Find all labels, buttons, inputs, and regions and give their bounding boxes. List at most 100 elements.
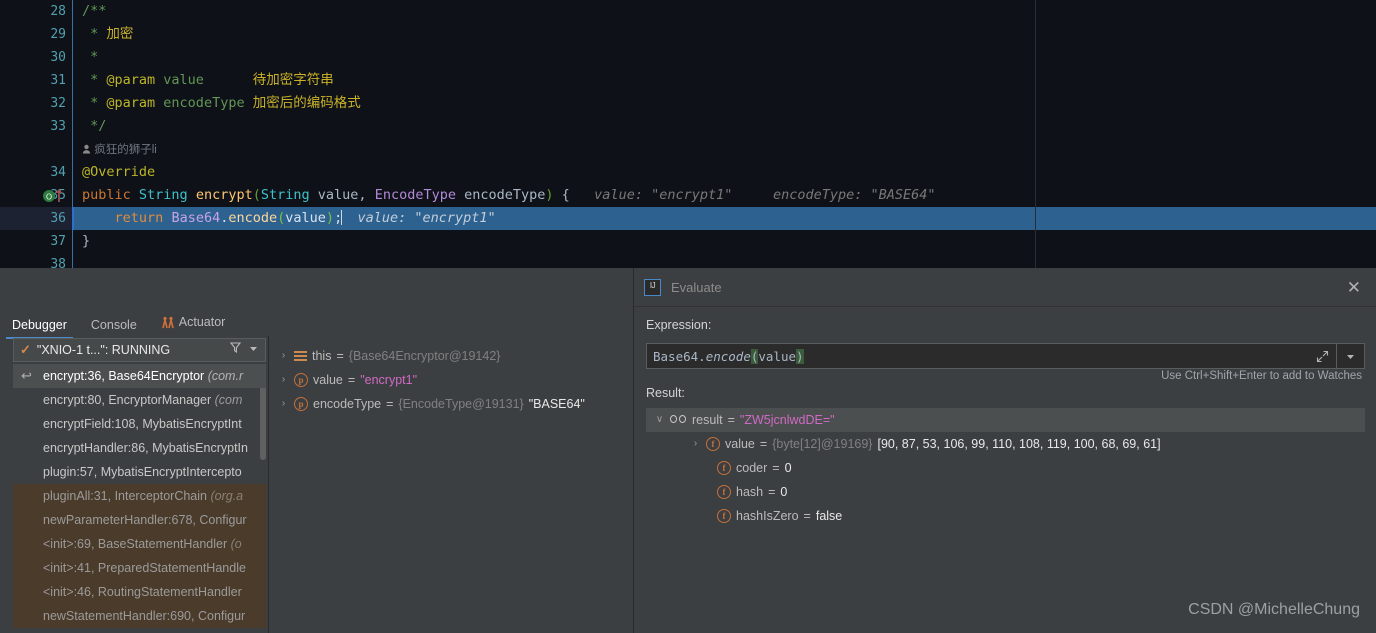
frame-list-item[interactable]: pluginAll:31, InterceptorChain (org.a xyxy=(13,484,266,508)
frame-list-item[interactable]: plugin:57, MybatisEncryptIntercepto xyxy=(13,460,266,484)
funnel-icon[interactable] xyxy=(229,341,242,359)
equals-sign: = xyxy=(768,485,776,499)
chevron-right-icon[interactable]: › xyxy=(278,344,289,368)
code-line[interactable]: 疯狂的狮子li xyxy=(0,138,1376,161)
editor-gutter[interactable]: 38 xyxy=(0,253,72,268)
variable-value: [90, 87, 53, 106, 99, 110, 108, 119, 100… xyxy=(877,437,1161,451)
editor-gutter[interactable]: 29 xyxy=(0,23,72,46)
code-token: } xyxy=(82,233,91,249)
expand-icon[interactable] xyxy=(1308,344,1336,368)
override-marker-icon[interactable]: O xyxy=(42,188,68,203)
equals-sign: = xyxy=(386,397,394,411)
thread-selector[interactable]: ✓ "XNIO-1 t...": RUNNING xyxy=(13,338,266,362)
code-line[interactable]: 29 * 加密 xyxy=(0,23,1376,46)
result-tree[interactable]: ∨ result = "ZW5jcnlwdDE=" › f value = {byte[12]@… xyxy=(646,408,1365,620)
variable-row[interactable]: › p value = "encrypt1" xyxy=(270,368,633,392)
result-row[interactable]: ∨ result = "ZW5jcnlwdDE=" xyxy=(646,408,1365,432)
chevron-right-icon[interactable]: › xyxy=(690,432,701,456)
code-text: * xyxy=(82,46,98,69)
code-line[interactable]: 36 return Base64.encode(value); value: "… xyxy=(0,207,1376,230)
code-line[interactable]: 32 * @param encodeType 加密后的编码格式 xyxy=(0,92,1376,115)
frame-list-item[interactable]: encryptHandler:86, MybatisEncryptIn xyxy=(13,436,266,460)
frame-class: RoutingStatementHandler xyxy=(97,585,242,599)
expression-input[interactable]: Base64. encode(value) xyxy=(647,344,1308,368)
variable-name: this xyxy=(312,349,332,363)
expression-field[interactable]: Base64. encode(value) xyxy=(646,343,1365,369)
variable-row[interactable]: › this = {Base64Encryptor@19142} xyxy=(270,344,633,368)
chevron-down-icon[interactable] xyxy=(248,341,259,359)
code-line[interactable]: 38 xyxy=(0,253,1376,268)
code-token: 加密 xyxy=(106,26,134,42)
editor-gutter[interactable]: 30 xyxy=(0,46,72,69)
frame-method: <init>:69, xyxy=(43,537,98,551)
editor-gutter[interactable]: 35O xyxy=(0,184,72,207)
frame-list-item[interactable]: <init>:69, BaseStatementHandler (o xyxy=(13,532,266,556)
code-line[interactable]: 35Opublic String encrypt(String value, E… xyxy=(0,184,1376,207)
frame-list-item[interactable]: newParameterHandler:678, Configur xyxy=(13,508,266,532)
expression-argument: value xyxy=(758,348,797,364)
chevron-right-icon[interactable]: › xyxy=(278,368,289,392)
code-token: * xyxy=(82,26,107,42)
frame-class: MybatisEncryptIntercepto xyxy=(100,465,242,479)
frame-list-item[interactable]: newStatementHandler:690, Configur xyxy=(13,604,266,628)
variable-row[interactable]: › p encodeType = {EncodeType@19131} "BASE64" xyxy=(270,392,633,416)
lower-tool-window: Debugger Console Actuator ✓ "XNIO-1 t...":… xyxy=(0,268,1376,633)
variable-value: "BASE64" xyxy=(528,397,585,411)
variable-reference: {Base64Encryptor@19142} xyxy=(348,349,501,363)
frame-class: PreparedStatementHandle xyxy=(97,561,246,575)
frame-list-item[interactable]: ↩ encrypt:36, Base64Encryptor (com.r xyxy=(13,364,266,388)
tab-label: Actuator xyxy=(178,315,226,329)
field-icon: f xyxy=(717,509,731,523)
editor-gutter[interactable]: 36 xyxy=(0,207,72,230)
code-token: value xyxy=(155,72,253,88)
expression-open-paren: ( xyxy=(750,348,759,364)
frame-list-item[interactable]: <init>:46, RoutingStatementHandler xyxy=(13,580,266,604)
frames-list[interactable]: ↩ encrypt:36, Base64Encryptor (com.r encry… xyxy=(13,364,266,633)
editor-lines: 28/** 29 * 加密 30 * 31 * @param value 待加密字符串… xyxy=(0,0,1376,268)
code-line[interactable]: 37} xyxy=(0,230,1376,253)
result-row[interactable]: f coder = 0 xyxy=(646,456,1365,480)
editor-gutter[interactable]: 31 xyxy=(0,69,72,92)
chevron-right-icon[interactable]: › xyxy=(278,392,289,416)
frame-package: (o xyxy=(230,537,242,551)
frame-method: <init>:46, xyxy=(43,585,98,599)
code-line[interactable]: 30 * xyxy=(0,46,1376,69)
editor-gutter[interactable]: 28 xyxy=(0,0,72,23)
result-row[interactable]: › f value = {byte[12]@19169} [90, 87, 53, 106… xyxy=(646,432,1365,456)
editor-gutter[interactable] xyxy=(0,138,72,161)
tab-console[interactable]: Console xyxy=(79,311,149,339)
result-row[interactable]: f hash = 0 xyxy=(646,480,1365,504)
code-text: * 加密 xyxy=(82,23,133,46)
frame-list-item[interactable]: <init>:41, PreparedStatementHandle xyxy=(13,556,266,580)
frame-list-item[interactable]: encryptField:108, MybatisEncryptInt xyxy=(13,412,266,436)
close-icon[interactable]: ✕ xyxy=(1341,277,1367,298)
indent-guide xyxy=(72,46,73,69)
tab-debugger[interactable]: Debugger xyxy=(0,311,79,339)
editor-gutter[interactable]: 32 xyxy=(0,92,72,115)
code-line[interactable]: 33 */ xyxy=(0,115,1376,138)
expression-history-dropdown[interactable] xyxy=(1336,344,1364,368)
line-number: 38 xyxy=(50,257,66,268)
variables-tree[interactable]: › this = {Base64Encryptor@19142} › p value = "en… xyxy=(270,340,633,633)
code-line[interactable]: 34 @Override xyxy=(0,161,1376,184)
field-icon: f xyxy=(717,461,731,475)
result-row[interactable]: f hashIsZero = false xyxy=(646,504,1365,528)
frame-list-item[interactable]: encrypt:80, EncryptorManager (com xyxy=(13,388,266,412)
code-line[interactable]: 31 * @param value 待加密字符串 xyxy=(0,69,1376,92)
indent-guide xyxy=(72,184,73,207)
panel-splitter[interactable] xyxy=(268,336,269,633)
code-editor[interactable]: 28/** 29 * 加密 30 * 31 * @param value 待加密字符串… xyxy=(0,0,1376,268)
editor-gutter[interactable]: 34 xyxy=(0,161,72,184)
code-token: value xyxy=(285,210,326,226)
code-line[interactable]: 28 /** xyxy=(0,0,1376,23)
chevron-down-icon[interactable]: ∨ xyxy=(654,408,665,432)
line-number: 29 xyxy=(50,27,66,42)
editor-gutter[interactable]: 37 xyxy=(0,230,72,253)
tab-actuator[interactable]: Actuator xyxy=(149,308,238,336)
code-token: @Override xyxy=(82,164,156,180)
editor-gutter[interactable]: 33 xyxy=(0,115,72,138)
indent-guide xyxy=(72,138,73,161)
